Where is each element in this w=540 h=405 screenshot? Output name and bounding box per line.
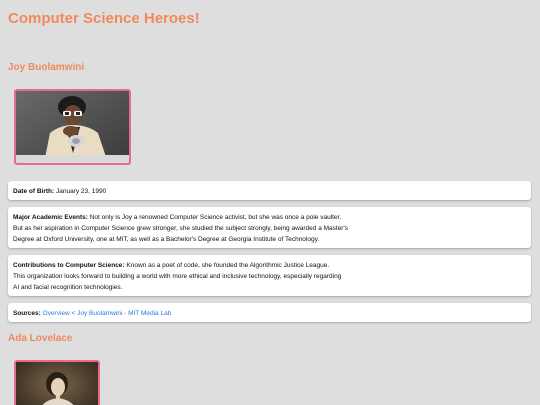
dob-card: Date of Birth: January 23, 1990 [8,181,531,200]
events-text-2: But as her aspiration in Computer Scienc… [13,225,348,232]
page: Computer Science Heroes! Joy Buolamwini [0,0,540,405]
contrib-text-3: AI and facial recognition technologies. [13,284,123,291]
contrib-label: Contributions to Computer Science: [13,262,125,269]
events-text-3: Degree at Oxford University, one at MIT,… [13,236,320,243]
hero-name-ada: Ada Lovelace [8,333,73,344]
academic-events-card: Major Academic Events: Not only is Joy a… [8,207,531,248]
portrait-ada-image [16,362,98,405]
portrait-joy-buolamwini [14,89,131,165]
portrait-ada-lovelace [14,360,100,405]
dob-value: January 23, 1990 [55,188,107,195]
sources-link[interactable]: Overview < Joy Buolamwini - MIT Media La… [43,310,172,317]
portrait-joy-image [16,91,129,163]
events-text-1: Not only is Joy a renowned Computer Scie… [89,214,342,221]
contrib-text-1: Known as a poet of code, she founded the… [126,262,330,269]
contrib-text-2: This organization looks forward to build… [13,273,342,280]
sources-card: Sources: Overview < Joy Buolamwini - MIT… [8,303,531,322]
events-line-1: Major Academic Events: Not only is Joy a… [13,212,526,223]
hero-name-joy: Joy Buolamwini [8,62,85,73]
events-label: Major Academic Events: [13,214,88,221]
dob-line: Date of Birth: January 23, 1990 [13,186,526,197]
sources-line: Sources: Overview < Joy Buolamwini - MIT… [13,308,526,319]
page-title: Computer Science Heroes! [8,10,200,27]
contributions-card: Contributions to Computer Science: Known… [8,255,531,296]
dob-label: Date of Birth: [13,188,55,195]
sources-label: Sources: [13,310,41,317]
contrib-line-1: Contributions to Computer Science: Known… [13,260,526,271]
